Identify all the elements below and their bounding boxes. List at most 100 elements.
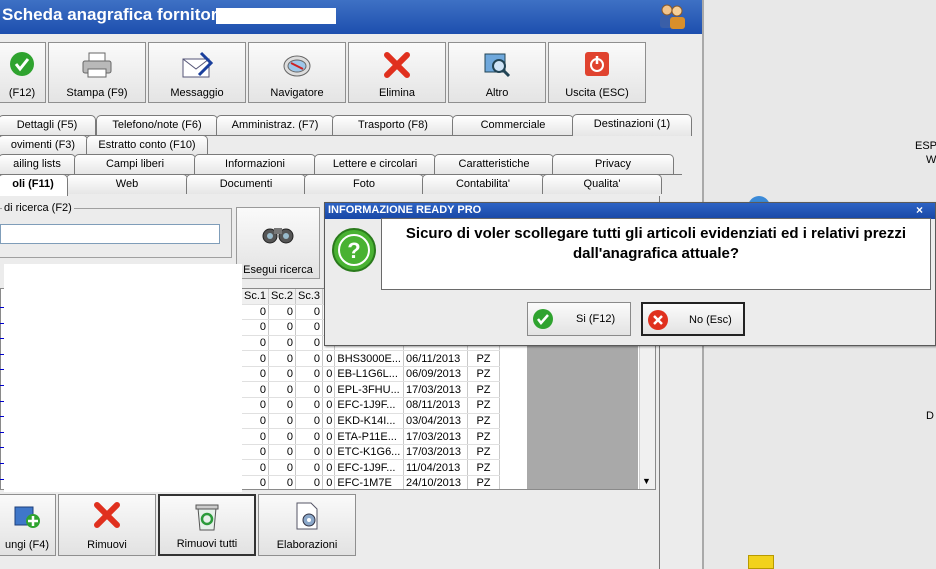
table-cell: PZ [467, 475, 500, 489]
row-link-marker[interactable] [0, 472, 4, 480]
printer-icon [82, 52, 112, 78]
tab-commercial[interactable]: Commerciale [452, 115, 574, 135]
row-link-marker[interactable] [0, 440, 4, 449]
add-button[interactable]: ungi (F4) [0, 494, 56, 556]
row-link-marker[interactable] [0, 425, 4, 433]
table-cell: 0 [295, 444, 324, 461]
table-cell: 0 [242, 428, 270, 445]
table-cell: 0 [322, 444, 336, 461]
check-icon [10, 52, 34, 76]
table-row[interactable]: 0 0 0 0 ETA-P11E... 17/03/2013 PZ [242, 428, 500, 445]
row-link-marker[interactable] [0, 300, 4, 308]
table-cell: 0 [295, 381, 324, 399]
table-row[interactable]: 0 0 0 0 EB-L1G6L... 06/09/2013 PZ [242, 366, 500, 383]
table-cell: 0 [268, 413, 297, 430]
tab-administration[interactable]: Amministraz. (F7) [216, 115, 334, 135]
delete-button[interactable]: Elimina [348, 42, 446, 103]
row-link-marker[interactable] [0, 394, 4, 402]
table-cell: PZ [467, 428, 500, 445]
row-link-marker[interactable] [0, 331, 4, 340]
no-button[interactable]: No (Esc) [641, 302, 745, 336]
binoculars-icon [262, 228, 294, 244]
tab-quality[interactable]: Qualita' [542, 174, 662, 194]
tab-articles[interactable]: oli (F11) [0, 174, 68, 197]
row-link-marker[interactable] [0, 347, 4, 355]
row-link-marker[interactable] [0, 378, 4, 386]
envelope-icon [182, 51, 213, 78]
table-row[interactable]: 0 0 0 0 EPL-3FHU... 17/03/2013 PZ [242, 381, 500, 399]
table-cell: PZ [467, 350, 500, 367]
table-cell: 08/11/2013 [403, 397, 468, 414]
panel-text: D [926, 410, 934, 422]
search-button[interactable]: Esegui ricerca [236, 207, 320, 279]
yes-button[interactable]: Si (F12) [527, 302, 631, 336]
search-input[interactable] [0, 224, 220, 244]
tab-photos[interactable]: Foto [304, 174, 424, 194]
table-cell: 17/03/2013 [403, 444, 468, 461]
column-header[interactable]: Sc.2 [268, 289, 297, 305]
table-cell: PZ [467, 413, 500, 430]
tab-documents[interactable]: Documenti [186, 174, 306, 194]
row-link-marker[interactable] [0, 456, 4, 464]
table-cell: PZ [467, 459, 500, 477]
search-legend: di ricerca (F2) [2, 202, 74, 214]
table-row[interactable]: 0 0 0 0 ETC-K1G6... 17/03/2013 PZ [242, 444, 500, 461]
print-button[interactable]: Stampa (F9) [48, 42, 146, 103]
dialog-title: INFORMAZIONE READY PRO [328, 204, 482, 216]
column-header[interactable]: Sc.1 [242, 289, 270, 305]
column-header[interactable]: Sc.3 [295, 289, 324, 305]
tab-privacy[interactable]: Privacy [552, 154, 674, 174]
remove-all-button[interactable]: Rimuovi tutti [158, 494, 256, 556]
table-cell: 0 [268, 381, 297, 399]
tab-transport[interactable]: Trasporto (F8) [332, 115, 454, 135]
exit-button[interactable]: Uscita (ESC) [548, 42, 646, 103]
tab-destinations[interactable]: Destinazioni (1) [572, 114, 692, 136]
table-cell: 06/09/2013 [403, 366, 468, 383]
window-title: Scheda anagrafica fornitore - [2, 5, 238, 24]
table-cell: 0 [242, 350, 270, 367]
row-link-marker[interactable] [0, 316, 4, 324]
tab-features[interactable]: Caratteristiche [434, 154, 554, 174]
tab-phone-notes[interactable]: Telefono/note (F6) [96, 115, 218, 135]
table-cell: 0 [322, 459, 336, 477]
table-row[interactable]: 0 0 0 0 EKD-K14I... 03/04/2013 PZ [242, 413, 500, 430]
message-button[interactable]: Messaggio [148, 42, 246, 103]
folder-icon [748, 555, 774, 569]
table-cell: 0 [268, 335, 297, 352]
table-row[interactable]: 0 0 0 0 BHS3000E... 06/11/2013 PZ [242, 350, 500, 367]
tab-web[interactable]: Web [66, 174, 188, 194]
tab-letters[interactable]: Lettere e circolari [314, 154, 436, 174]
navigator-button[interactable]: Navigatore [248, 42, 346, 103]
tab-details[interactable]: Dettagli (F5) [0, 115, 96, 135]
tab-account-statement[interactable]: Estratto conto (F10) [86, 135, 208, 155]
table-row[interactable]: 0 0 0 0 EFC-1M7E 24/10/2013 PZ [242, 475, 500, 489]
table-cell: 0 [295, 350, 324, 367]
table-row[interactable]: 0 0 0 0 EFC-1J9F... 08/11/2013 PZ [242, 397, 500, 414]
compass-icon [283, 55, 311, 77]
tab-accounting[interactable]: Contabilita' [422, 174, 544, 194]
scroll-down-icon[interactable]: ▼ [642, 476, 651, 486]
more-button[interactable]: Altro [448, 42, 546, 103]
save-button[interactable]: (F12) [0, 42, 46, 103]
tab-movements[interactable]: ovimenti (F3) [0, 135, 88, 155]
table-cell: EFC-1J9F... [334, 459, 404, 477]
tab-free-fields[interactable]: Campi liberi [74, 154, 196, 174]
processing-button[interactable]: Elaborazioni [258, 494, 356, 556]
add-item-icon [14, 506, 40, 528]
table-cell: 17/03/2013 [403, 381, 468, 399]
table-cell: EPL-3FHU... [334, 381, 404, 399]
remove-button[interactable]: Rimuovi [58, 494, 156, 556]
table-cell: PZ [467, 444, 500, 461]
row-link-marker[interactable] [0, 362, 4, 371]
tab-information[interactable]: Informazioni [194, 154, 316, 174]
row-link-marker[interactable] [0, 409, 4, 418]
svg-text:?: ? [347, 238, 360, 263]
table-row[interactable]: 0 0 0 0 EFC-1J9F... 11/04/2013 PZ [242, 459, 500, 477]
delete-x-icon [384, 52, 410, 78]
close-icon[interactable]: × [916, 203, 923, 217]
table-cell: 06/11/2013 [403, 350, 468, 367]
document-gear-icon [296, 502, 318, 530]
magnifier-icon [484, 53, 511, 78]
check-icon [533, 309, 553, 329]
tab-mailing-lists[interactable]: ailing lists [0, 154, 76, 174]
